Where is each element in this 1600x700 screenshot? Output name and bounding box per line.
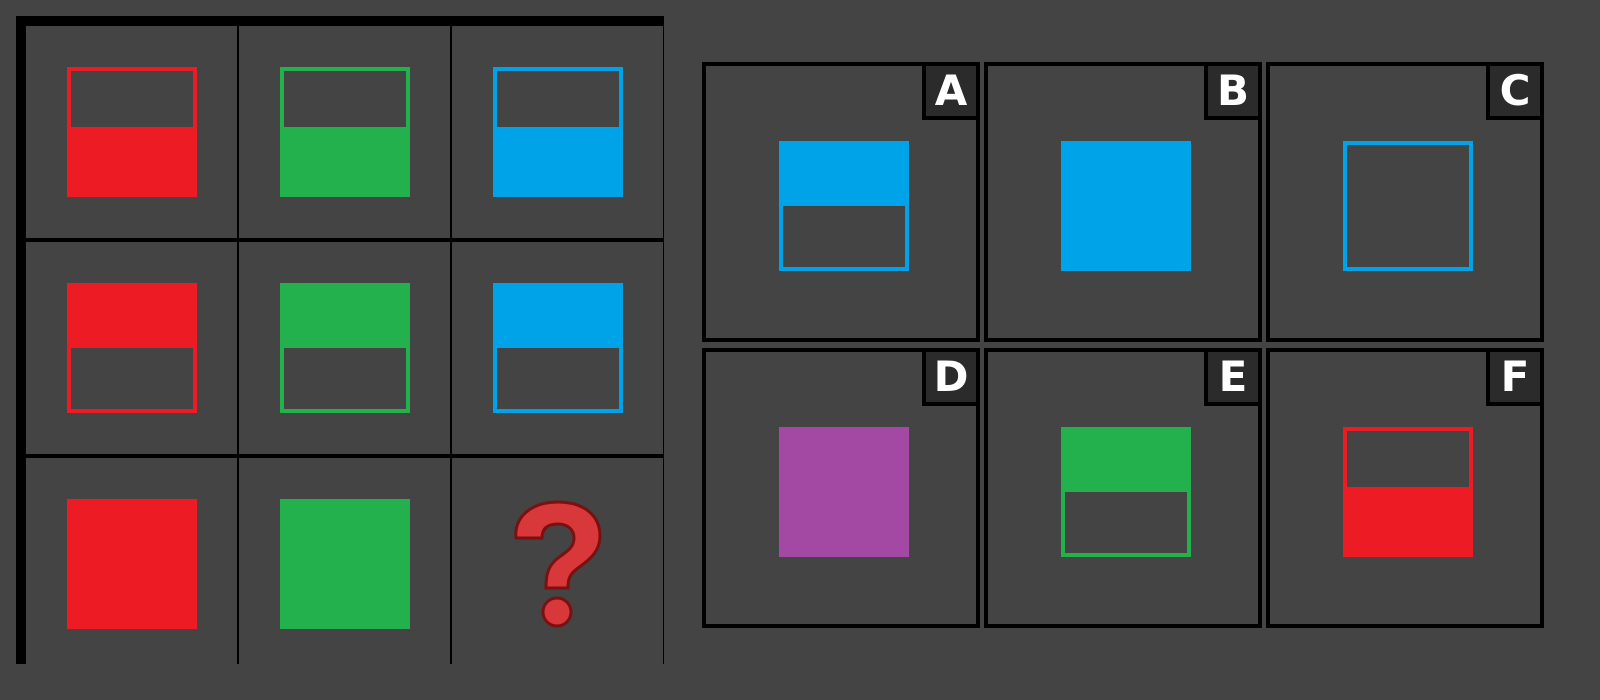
option-b-shape bbox=[1061, 141, 1191, 271]
option-c-shape bbox=[1343, 141, 1473, 271]
grid-cell-7 bbox=[26, 458, 237, 668]
option-d-shape bbox=[779, 427, 909, 557]
shape-top-filled-blue bbox=[493, 283, 623, 413]
shape-top-filled-red bbox=[67, 283, 197, 413]
grid-cell-6 bbox=[452, 242, 663, 454]
grid-cell-missing bbox=[452, 458, 663, 668]
question-mark-icon bbox=[514, 500, 602, 628]
option-a[interactable]: A bbox=[702, 62, 980, 342]
shape-filled-green bbox=[280, 499, 410, 629]
grid-cell-4 bbox=[26, 242, 237, 454]
option-e-shape bbox=[1061, 427, 1191, 557]
grid-cell-3 bbox=[452, 26, 663, 238]
grid-cell-8 bbox=[239, 458, 450, 668]
grid-cell-1 bbox=[26, 26, 237, 238]
grid-cell-5 bbox=[239, 242, 450, 454]
option-a-shape bbox=[779, 141, 909, 271]
puzzle-grid bbox=[16, 16, 664, 668]
option-d-label: D bbox=[922, 352, 976, 406]
option-f-shape bbox=[1343, 427, 1473, 557]
option-c-label: C bbox=[1486, 66, 1540, 120]
shape-bottom-filled-green bbox=[280, 67, 410, 197]
option-f[interactable]: F bbox=[1266, 348, 1544, 628]
grid-cell-2 bbox=[239, 26, 450, 238]
option-e-label: E bbox=[1204, 352, 1258, 406]
option-e[interactable]: E bbox=[984, 348, 1262, 628]
shape-bottom-filled-red bbox=[67, 67, 197, 197]
option-a-label: A bbox=[922, 66, 976, 120]
option-b[interactable]: B bbox=[984, 62, 1262, 342]
option-b-label: B bbox=[1204, 66, 1258, 120]
shape-filled-red bbox=[67, 499, 197, 629]
option-d[interactable]: D bbox=[702, 348, 980, 628]
shape-top-filled-green bbox=[280, 283, 410, 413]
option-f-label: F bbox=[1486, 352, 1540, 406]
shape-bottom-filled-blue bbox=[493, 67, 623, 197]
option-c[interactable]: C bbox=[1266, 62, 1544, 342]
